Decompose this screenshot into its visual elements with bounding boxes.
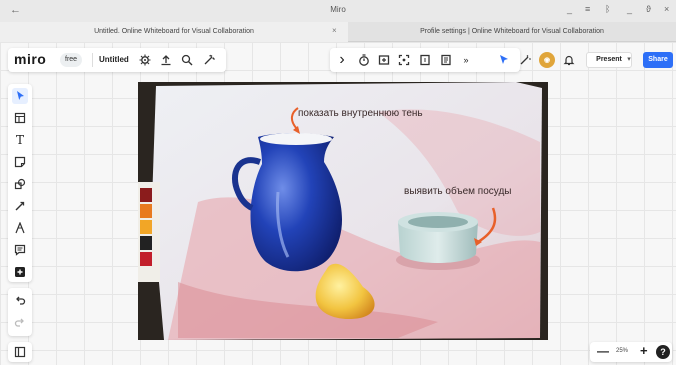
miro-logo[interactable]: miro (14, 51, 46, 67)
tab-close-icon[interactable]: × (332, 26, 337, 35)
watercolor-painting-image (138, 82, 548, 340)
settings-icon[interactable] (137, 52, 153, 68)
board-image[interactable]: показать внутреннюю тень выявить объем п… (138, 82, 548, 340)
frames-icon[interactable] (417, 52, 433, 68)
window-title: Miro (330, 5, 346, 14)
zoom-in-button[interactable]: + (640, 343, 648, 358)
upload-icon[interactable] (158, 52, 174, 68)
screen-share-icon[interactable] (396, 52, 412, 68)
notes-icon[interactable] (438, 52, 454, 68)
tab-profile-settings[interactable]: Profile settings | Online Whiteboard for… (348, 22, 676, 42)
pen-icon[interactable] (12, 220, 28, 236)
help-icon[interactable]: ? (656, 345, 670, 359)
comment-icon[interactable] (12, 242, 28, 258)
panel-toggle-icon (12, 344, 28, 360)
board-name[interactable]: Untitled (92, 53, 129, 67)
maximize-icon[interactable]: ϑ (646, 4, 651, 14)
plan-badge[interactable]: free (60, 53, 83, 67)
zoom-controls: — 25% + ? (590, 342, 672, 362)
cursor-share-icon[interactable] (496, 52, 512, 68)
zoom-level[interactable]: 25% (616, 348, 628, 354)
present-dropdown-icon[interactable]: ▾ (622, 52, 636, 68)
voting-icon[interactable] (376, 52, 392, 68)
zoom-out-button[interactable]: — (597, 344, 609, 358)
sidebar-toggle[interactable] (8, 342, 32, 362)
annotation-inner-shadow: показать внутреннюю тень (298, 108, 423, 119)
sticky-note-icon[interactable] (12, 154, 28, 170)
add-more-icon[interactable] (12, 264, 28, 280)
window-titlebar: ← Miro _ ≡ ᛒ _ ϑ × (0, 0, 676, 22)
creation-toolbar: T (8, 84, 32, 282)
minimize-icon[interactable]: _ (567, 4, 572, 14)
select-cursor-icon[interactable] (12, 88, 28, 104)
share-button[interactable]: Share (643, 52, 673, 68)
collapse-toolbar-icon[interactable]: › (334, 51, 350, 68)
tab-bar: Untitled. Online Whiteboard for Visual C… (0, 22, 676, 42)
shapes-icon[interactable] (12, 176, 28, 192)
share-toolbar: ◉ Present ▾ Share (490, 48, 676, 72)
annotation-volume: выявить объем посуды (404, 186, 512, 197)
undo-icon[interactable] (12, 292, 28, 308)
avatar[interactable]: ◉ (539, 52, 555, 68)
extension-icon[interactable]: ᛒ (605, 4, 610, 14)
connection-line-icon[interactable] (12, 198, 28, 214)
magic-icon[interactable] (201, 52, 217, 68)
reactions-icon[interactable] (517, 52, 533, 68)
bell-icon[interactable] (561, 52, 577, 68)
templates-icon[interactable] (12, 110, 28, 126)
close-window-icon[interactable]: × (664, 4, 669, 14)
board-header-toolbar: miro free Untitled (8, 48, 226, 72)
minimize-window-icon[interactable]: _ (627, 4, 632, 14)
timer-icon[interactable] (356, 52, 372, 68)
text-icon[interactable]: T (12, 132, 28, 148)
menu-icon[interactable]: ≡ (585, 4, 590, 14)
more-tools-icon[interactable]: » (458, 52, 474, 68)
search-icon[interactable] (179, 52, 195, 68)
tab-untitled[interactable]: Untitled. Online Whiteboard for Visual C… (0, 22, 348, 42)
history-toolbar (8, 288, 32, 336)
redo-icon[interactable] (12, 314, 28, 330)
